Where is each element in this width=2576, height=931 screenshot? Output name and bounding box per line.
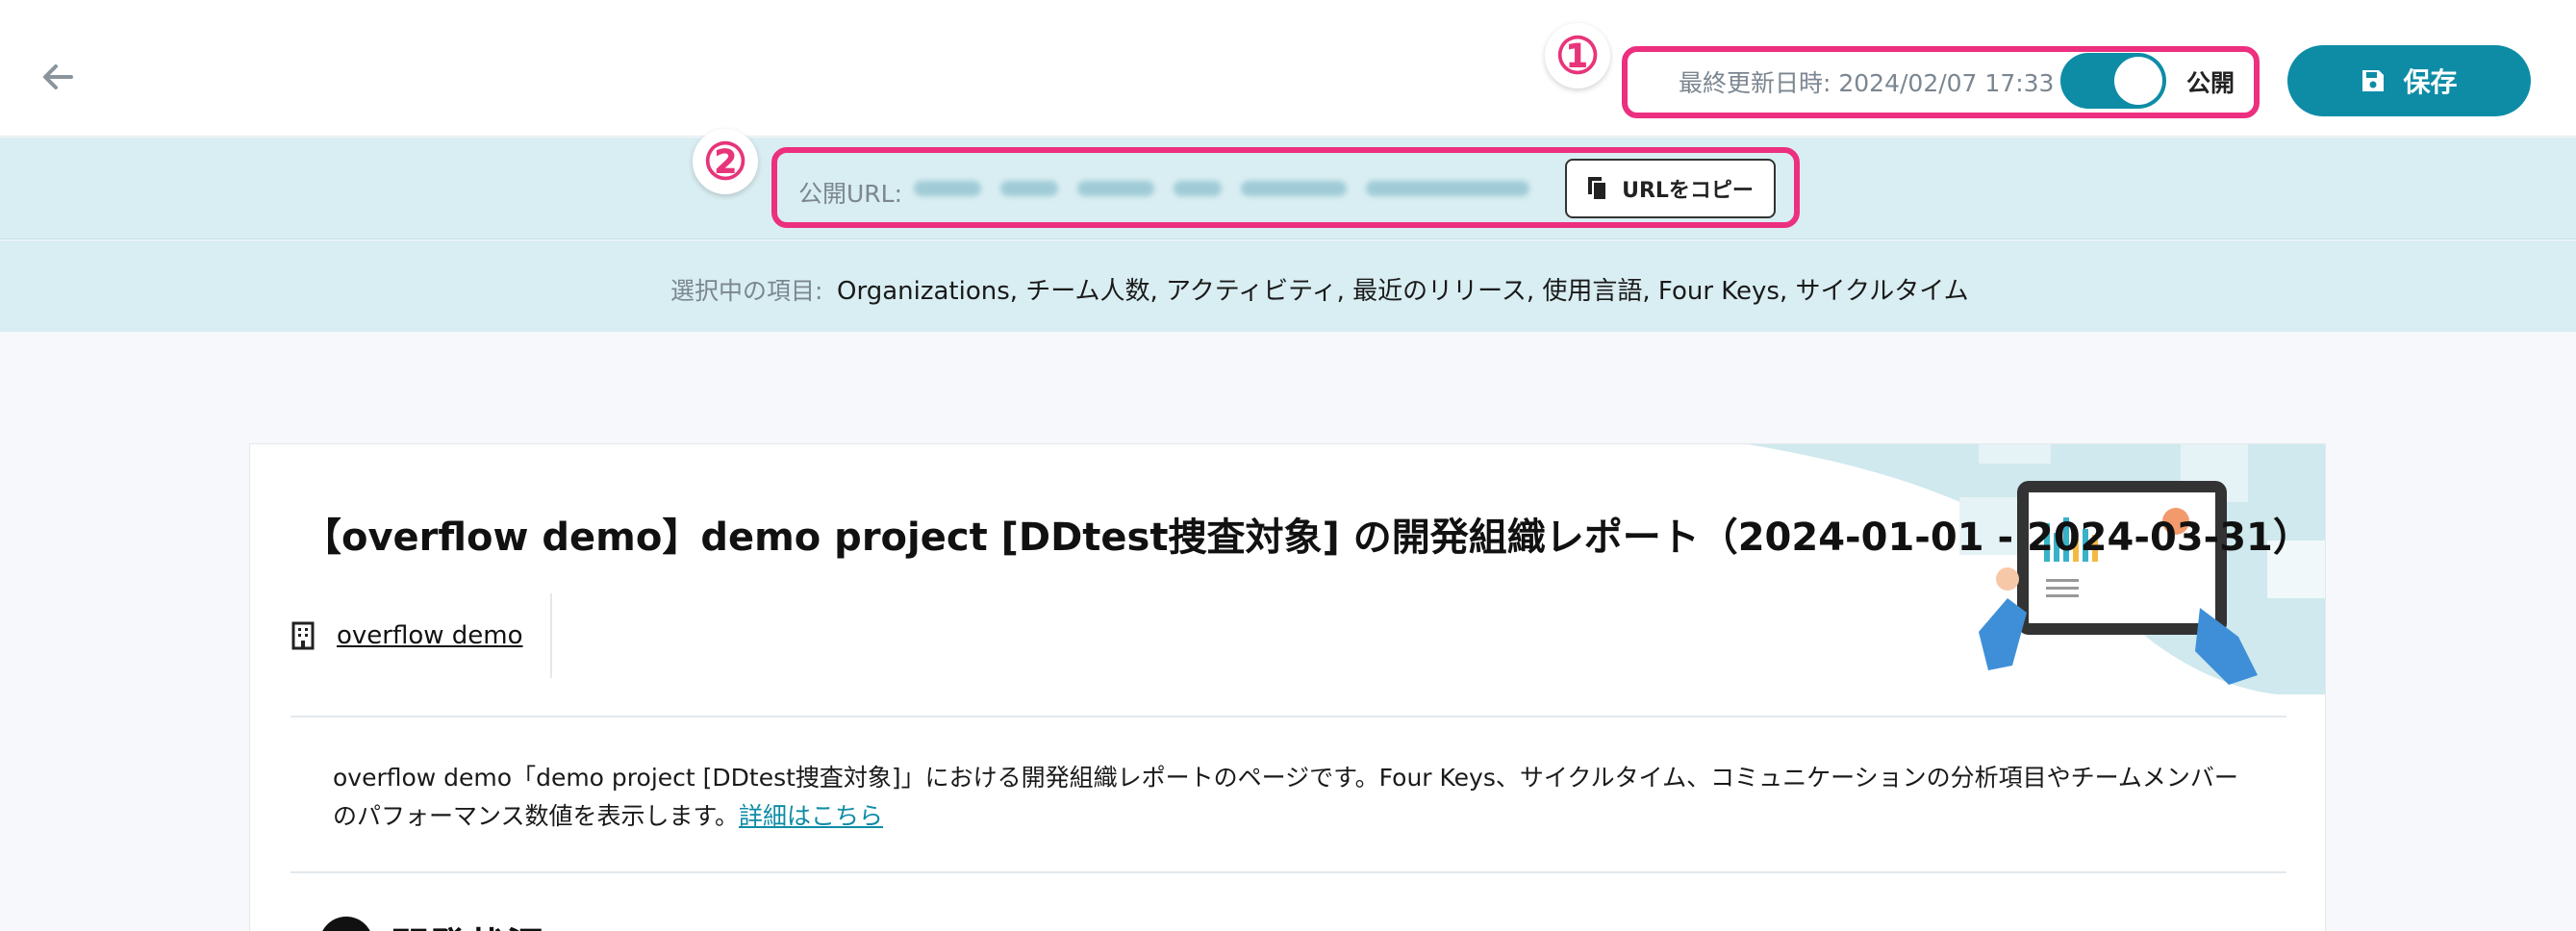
report-title: 【overflow demo】demo project [DDtest捜査対象]… — [303, 516, 2311, 560]
annotation-marker-2: ② — [693, 129, 758, 194]
toggle-knob — [2114, 57, 2162, 105]
report-description-text: overflow demo「demo project [DDtest捜査対象]」… — [333, 764, 2238, 830]
copy-icon — [1588, 177, 1608, 201]
save-button-label: 保存 — [2403, 66, 2458, 98]
section-title: 開発状況 — [391, 916, 544, 931]
copy-url-button[interactable]: URLをコピー — [1565, 159, 1776, 218]
org-row: overflow demo — [290, 593, 552, 678]
tablet-chart-illustration — [1748, 444, 2325, 694]
last-updated-text: 最終更新日時: 2024/02/07 17:33 — [1679, 69, 2055, 97]
copy-url-label: URLをコピー — [1622, 179, 1754, 203]
public-url-value-blurred[interactable] — [914, 173, 1539, 206]
publish-toggle[interactable] — [2060, 53, 2166, 109]
top-header: ① 最終更新日時: 2024/02/07 17:33 公開 保存 — [0, 0, 2576, 137]
selected-items-label: 選択中の項目: — [670, 277, 823, 305]
annotation-marker-1: ① — [1545, 23, 1610, 88]
development-status-icon — [319, 917, 373, 931]
org-link[interactable]: overflow demo — [337, 621, 523, 650]
details-link[interactable]: 詳細はこちら — [739, 802, 883, 830]
section-header: 開発状況 — [319, 916, 544, 931]
back-arrow-icon[interactable] — [38, 58, 77, 96]
report-card: 【overflow demo】demo project [DDtest捜査対象]… — [249, 443, 2326, 931]
save-button[interactable]: 保存 — [2287, 45, 2531, 116]
org-separator — [549, 593, 552, 678]
report-description: overflow demo「demo project [DDtest捜査対象]」… — [333, 759, 2247, 836]
selected-items-list: Organizations, チーム人数, アクティビティ, 最近のリリース, … — [837, 277, 1969, 306]
floppy-disk-icon — [2362, 70, 2385, 91]
building-icon — [291, 621, 315, 650]
publish-label: 公開 — [2186, 69, 2235, 97]
divider-top — [290, 716, 2286, 717]
divider-bottom — [290, 871, 2286, 873]
public-url-label: 公開URL: — [798, 180, 903, 208]
